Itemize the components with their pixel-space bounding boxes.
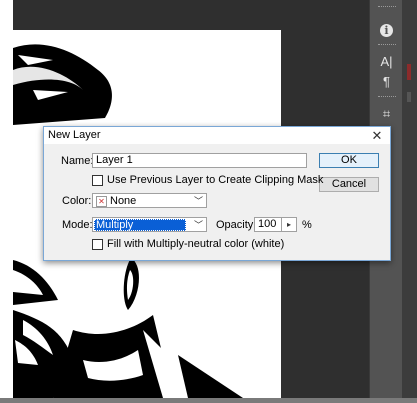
panel-accent [407,92,411,102]
panel-right-edge [402,0,417,398]
color-select[interactable]: ✕ None ﹀ [92,193,207,208]
chevron-down-icon: ﹀ [193,196,203,206]
mode-value: Multiply [94,219,186,231]
opacity-stepper-icon[interactable]: ▸ [281,218,296,232]
panel-grip[interactable] [378,44,396,47]
paragraph-icon[interactable]: ¶ [370,72,403,92]
new-layer-dialog: New Layer ✕ Name: Layer 1 OK Cancel Use … [43,126,391,261]
panel-accent [407,64,411,80]
panel-grip[interactable] [378,96,396,99]
opacity-value: 100 [258,218,277,230]
color-value: None [110,195,137,207]
color-label: Color: [62,195,92,207]
info-icon[interactable]: i [370,20,403,40]
clipping-mask-checkbox[interactable] [92,175,103,186]
opacity-input[interactable]: 100 ▸ [254,217,297,232]
opacity-unit: % [302,219,312,231]
character-icon[interactable]: A| [370,52,403,72]
ok-button[interactable]: OK [319,153,379,168]
screen-left-edge [0,0,13,398]
panel-grip[interactable] [378,6,396,9]
name-label: Name: [61,155,94,167]
bottom-bar [0,398,417,403]
chevron-down-icon: ﹀ [193,220,203,230]
fill-neutral-label: Fill with Multiply-neutral color (white) [107,238,285,250]
glyphs-icon[interactable]: ⌗ [370,104,403,124]
no-color-swatch-icon: ✕ [96,195,107,207]
dialog-title: New Layer [48,129,101,141]
mode-label: Mode: [62,219,93,231]
info-glyph: i [380,24,393,37]
opacity-label: Opacity: [216,219,257,231]
clipping-mask-label: Use Previous Layer to Create Clipping Ma… [107,174,324,186]
close-icon[interactable]: ✕ [370,127,384,144]
cancel-button[interactable]: Cancel [319,177,379,192]
dialog-titlebar[interactable]: New Layer ✕ [44,127,390,144]
mode-select[interactable]: Multiply ﹀ [92,217,207,232]
name-input[interactable]: Layer 1 [92,153,307,168]
fill-neutral-checkbox[interactable] [92,239,103,250]
